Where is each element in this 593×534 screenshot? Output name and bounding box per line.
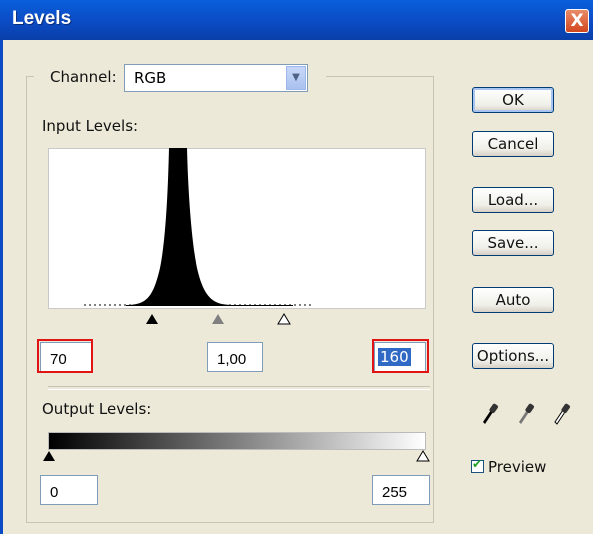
channel-select[interactable]: RGB ▼ [124,64,308,92]
output-gradient-bar [48,432,426,450]
auto-button[interactable]: Auto [472,287,554,313]
close-button[interactable]: X [565,9,589,33]
load-button[interactable]: Load... [472,187,554,213]
gray-eyedropper-icon[interactable] [515,402,535,424]
channel-value: RGB [134,69,167,87]
input-slider-track[interactable] [40,313,440,328]
channel-label: Channel: [50,68,117,86]
ok-button[interactable]: OK [472,87,554,113]
group-border-top-right [326,76,433,77]
save-button[interactable]: Save... [472,230,554,256]
options-button[interactable]: Options... [472,343,554,369]
group-border-top-left [26,76,34,77]
histogram-graph [84,148,312,306]
black-eyedropper-icon[interactable] [479,402,499,424]
output-min-input[interactable] [40,475,98,505]
output-max-input[interactable] [372,475,430,505]
cancel-button[interactable]: Cancel [472,131,554,157]
preview-checkbox[interactable]: ✔ [471,457,484,473]
midtone-slider-handle [212,314,224,324]
window-frame [0,40,3,534]
highlight-slider-handle [277,313,291,325]
shadow-slider-handle [146,314,158,324]
output-slider-track[interactable] [40,450,440,465]
midtone-input[interactable] [207,342,263,372]
preview-label[interactable]: Preview [488,458,546,476]
input-levels-label: Input Levels: [42,117,139,135]
output-min-slider-handle [43,451,55,461]
separator [48,386,430,390]
histogram [48,148,426,309]
chevron-down-icon[interactable]: ▼ [286,66,306,90]
output-levels-label: Output Levels: [42,400,152,418]
shadow-highlight-box [37,339,93,373]
title-bar[interactable]: Levels X [0,0,593,40]
highlight-highlight-box [372,339,429,373]
white-eyedropper-icon[interactable] [551,402,571,425]
window-title: Levels [12,8,72,29]
output-max-slider-handle [416,450,430,462]
checkmark-icon: ✔ [472,457,483,471]
histogram-curve [126,148,293,306]
